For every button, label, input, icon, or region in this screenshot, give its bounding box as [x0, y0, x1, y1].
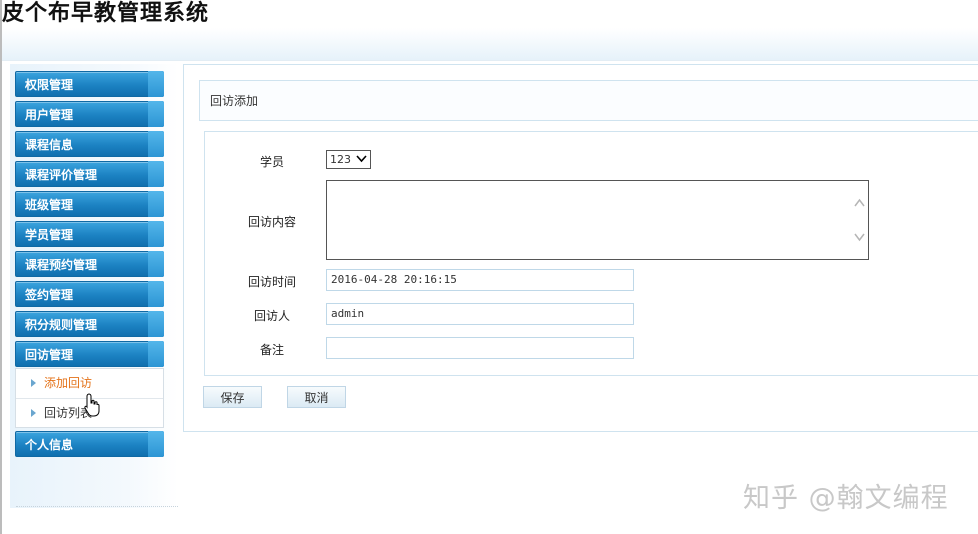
sidebar-group-points-rules[interactable]: 积分规则管理	[15, 311, 164, 337]
time-label: 回访时间	[247, 275, 296, 289]
sidebar-group-classes[interactable]: 班级管理	[15, 191, 164, 217]
sidebar-group-followups[interactable]: 回访管理	[15, 341, 164, 367]
cancel-button[interactable]: 取消	[287, 386, 346, 408]
sidebar-group-contracts[interactable]: 签约管理	[15, 281, 164, 307]
sidebar-group-label: 学员管理	[25, 228, 74, 242]
app-title: 皮个布早教管理系统	[2, 1, 210, 26]
header-band	[2, 28, 978, 61]
sidebar-group-students[interactable]: 学员管理	[15, 221, 164, 247]
visitor-field[interactable]: admin	[326, 303, 634, 325]
sidebar-group-course-reviews[interactable]: 课程评价管理	[15, 161, 164, 187]
hand-cursor-icon	[84, 393, 100, 417]
time-field[interactable]: 2016-04-28 20:16:15	[326, 269, 634, 291]
textarea-scrollbar[interactable]	[851, 181, 868, 259]
student-select-value: 123	[330, 153, 351, 166]
sidebar-group-label: 课程信息	[25, 138, 74, 152]
sidebar-group-label: 个人信息	[25, 438, 74, 452]
sidebar-group-label: 积分规则管理	[25, 318, 98, 332]
page-title: 回访添加	[199, 80, 978, 121]
content-textarea[interactable]	[326, 180, 869, 260]
sidebar-group-permissions[interactable]: 权限管理	[15, 71, 164, 97]
visitor-label: 回访人	[253, 309, 290, 323]
watermark: 知乎 @翰文编程	[743, 483, 949, 514]
sidebar-group-reservations[interactable]: 课程预约管理	[15, 251, 164, 277]
sidebar-group-courses[interactable]: 课程信息	[15, 131, 164, 157]
sidebar-group-label: 课程评价管理	[25, 168, 98, 182]
sidebar-item-label: 添加回访	[44, 376, 93, 390]
student-label: 学员	[259, 155, 284, 169]
caret-right-icon	[31, 379, 36, 387]
chevron-down-icon	[356, 155, 367, 163]
sidebar-group-label: 签约管理	[25, 288, 74, 302]
content-label: 回访内容	[247, 215, 296, 229]
window-left-edge	[0, 0, 2, 534]
note-label: 备注	[259, 343, 284, 357]
note-field[interactable]	[326, 337, 634, 359]
sidebar-group-users[interactable]: 用户管理	[15, 101, 164, 127]
sidebar-group-label: 回访管理	[25, 348, 74, 362]
caret-right-icon	[31, 409, 36, 417]
sidebar-group-label: 权限管理	[25, 78, 74, 92]
student-select[interactable]: 123	[326, 150, 371, 169]
sidebar-divider	[16, 506, 178, 507]
scroll-up-icon	[854, 198, 865, 207]
sidebar-group-label: 用户管理	[25, 108, 74, 122]
save-button[interactable]: 保存	[203, 386, 262, 408]
scroll-down-icon	[854, 233, 865, 242]
sidebar-group-label: 课程预约管理	[25, 258, 98, 272]
sidebar-group-label: 班级管理	[25, 198, 74, 212]
sidebar-group-profile[interactable]: 个人信息	[15, 431, 164, 457]
